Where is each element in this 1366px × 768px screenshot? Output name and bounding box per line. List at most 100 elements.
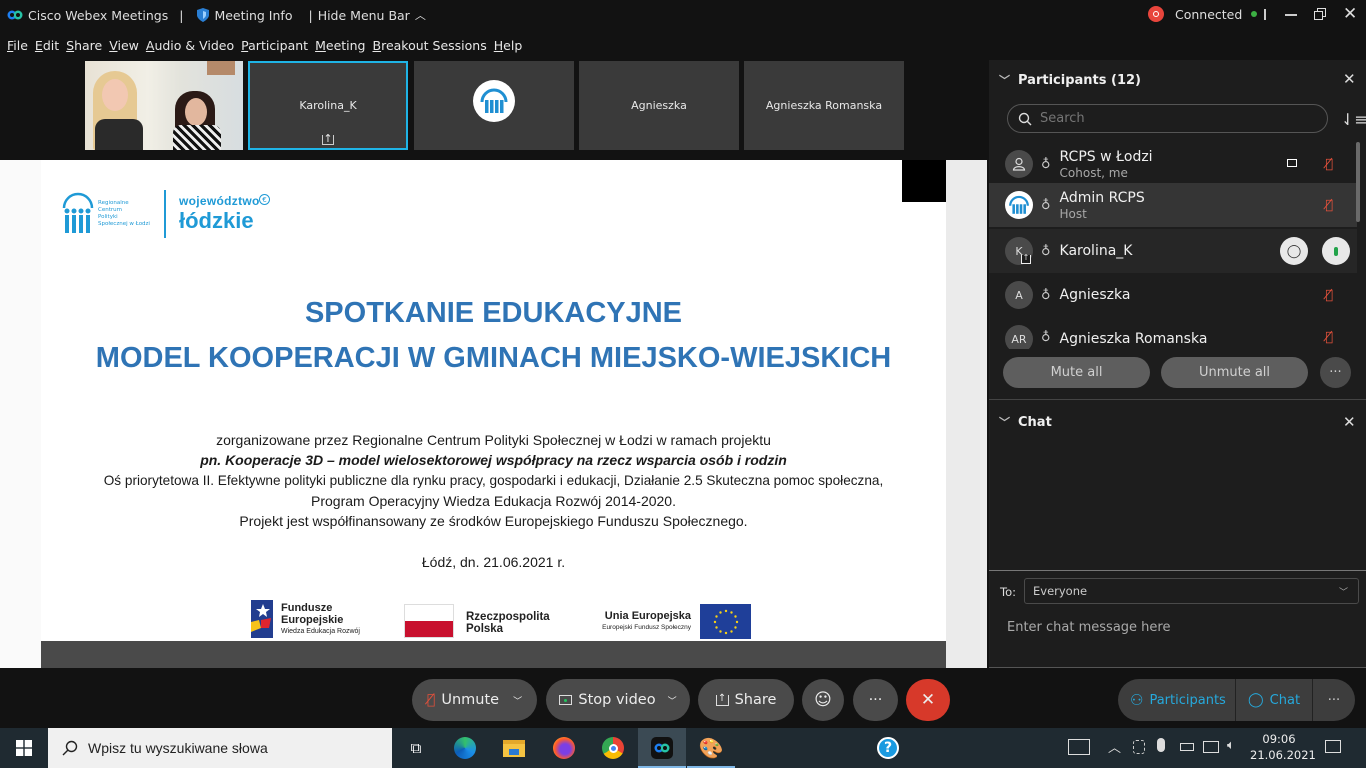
microphone-muted-icon[interactable]: 🎙̸	[1325, 330, 1333, 345]
video-tile-admin[interactable]	[414, 61, 574, 150]
logo-line: województwo	[179, 194, 260, 208]
participant-row[interactable]: K ↑ ♁ Karolina_K ◯	[989, 229, 1357, 273]
microphone-muted-icon[interactable]: 🎙̸	[1325, 288, 1333, 303]
close-window-button[interactable]: ✕	[1343, 4, 1357, 24]
stop-video-button[interactable]: Stop video ﹀	[546, 679, 690, 721]
mute-all-button[interactable]: Mute all	[1003, 357, 1150, 388]
chat-bubble-button[interactable]: ◯	[1280, 237, 1308, 265]
menu-help[interactable]: Help	[494, 38, 523, 53]
logo-line: łódzkie	[179, 208, 254, 233]
participants-panel-header[interactable]: ﹀ Participants (12)	[999, 72, 1141, 88]
chevron-down-icon[interactable]: ﹀	[668, 694, 677, 707]
network-icon[interactable]	[1203, 741, 1219, 753]
video-tile-agnieszka-romanska[interactable]: Agnieszka Romanska	[744, 61, 904, 150]
more-options-button[interactable]: ···	[1320, 357, 1351, 388]
taskbar-search[interactable]: Wpisz tu wyszukiwane słowa	[48, 728, 392, 768]
chevron-down-icon: ﹀	[1338, 587, 1348, 598]
menu-participant[interactable]: Participant	[241, 38, 308, 53]
polish-flag-icon	[404, 604, 454, 638]
close-chat-icon[interactable]: ✕	[1343, 413, 1356, 431]
firefox-icon[interactable]	[540, 728, 588, 768]
chevron-up-icon: ︿	[414, 9, 426, 22]
close-participants-icon[interactable]: ✕	[1343, 70, 1356, 88]
start-button[interactable]	[0, 728, 48, 768]
chevron-down-icon[interactable]: ﹀	[999, 72, 1010, 88]
divider	[989, 667, 1366, 668]
recipient-dropdown[interactable]: Everyone ﹀	[1024, 578, 1359, 604]
microphone-muted-icon[interactable]: 🎙̸	[1325, 198, 1333, 213]
file-explorer-icon[interactable]	[490, 728, 538, 768]
chevron-down-icon[interactable]: ﹀	[999, 414, 1010, 430]
restore-button[interactable]	[1314, 8, 1326, 20]
slide-text: Projekt jest współfinansowany ze środków…	[239, 513, 748, 529]
participants-search[interactable]	[1007, 104, 1328, 133]
meeting-info-button[interactable]: Meeting Info	[197, 8, 292, 23]
camera-tray-icon[interactable]	[1133, 740, 1145, 754]
task-view-icon[interactable]: ⧉	[392, 728, 440, 768]
video-tile-karolina[interactable]: Karolina_K ↑	[248, 61, 408, 150]
notifications-icon[interactable]	[1325, 740, 1341, 753]
microphone-muted-icon[interactable]: 🎙̸	[1325, 157, 1333, 172]
slide-text: Program Operacyjny Wiedza Edukacja Rozwó…	[311, 493, 676, 509]
participant-row[interactable]: A ♁ Agnieszka 🎙̸	[989, 273, 1357, 317]
video-tile-agnieszka[interactable]: Agnieszka	[579, 61, 739, 150]
volume-icon[interactable]: 🔈︎	[1227, 738, 1235, 753]
menu-audio-video[interactable]: Audio & Video	[146, 38, 234, 53]
connection-status[interactable]: Connected	[1148, 6, 1258, 22]
menu-meeting[interactable]: Meeting	[315, 38, 365, 53]
participants-icon: ⚇	[1130, 691, 1144, 709]
participant-row[interactable]: AR ♁ Agnieszka Romanska 🎙̸	[989, 317, 1357, 349]
leave-meeting-button[interactable]: ✕	[906, 679, 950, 721]
unmute-button[interactable]: 🎙̸ Unmute ﹀	[412, 679, 537, 721]
chat-message-input[interactable]: Enter chat message here	[1007, 620, 1347, 635]
more-button[interactable]: ···	[853, 679, 898, 721]
menu-edit[interactable]: Edit	[35, 38, 59, 53]
logo-divider	[164, 190, 166, 238]
paint-icon[interactable]: 🎨	[687, 728, 735, 768]
participant-row[interactable]: ♁ Admin RCPS Host 🎙̸	[989, 183, 1357, 227]
hide-menu-bar-button[interactable]: | Hide Menu Bar ︿	[308, 7, 425, 23]
menu-bar: File Edit Share View Audio & Video Parti…	[0, 32, 522, 58]
search-input[interactable]	[1040, 111, 1300, 126]
chat-panel-header[interactable]: ﹀ Chat	[999, 414, 1052, 430]
menu-breakout-sessions[interactable]: Breakout Sessions	[373, 38, 487, 53]
clock[interactable]: 09:06 21.06.2021	[1250, 731, 1316, 763]
menu-file[interactable]: File	[7, 38, 28, 53]
chevron-down-icon[interactable]: ﹀	[513, 694, 522, 707]
headset-icon: ♁	[1041, 287, 1051, 303]
windows-taskbar: Wpisz tu wyszukiwane słowa ⧉ 🎨 ? ︿ 🔈︎ 09…	[0, 728, 1366, 768]
microphone-tray-icon[interactable]	[1157, 738, 1165, 752]
share-button[interactable]: ↑ Share	[698, 679, 794, 721]
rcps-logo-icon	[62, 192, 94, 233]
edge-icon[interactable]	[441, 728, 489, 768]
help-icon[interactable]: ?	[877, 737, 899, 759]
reactions-button[interactable]: ☺	[802, 679, 844, 721]
sort-icon[interactable]: ⇃≡	[1341, 110, 1366, 129]
video-overlay	[902, 160, 946, 202]
video-tile-self[interactable]	[85, 61, 243, 150]
chrome-icon[interactable]	[589, 728, 637, 768]
news-icon[interactable]	[1068, 739, 1090, 755]
participants-toggle-button[interactable]: ⚇ Participants	[1118, 679, 1236, 721]
battery-icon[interactable]	[1180, 743, 1194, 751]
participants-label: Participants	[1149, 692, 1226, 708]
eu-flag-icon	[700, 604, 751, 639]
avatar: A	[1005, 281, 1033, 309]
participant-name: RCPS w Łodzi	[1059, 148, 1153, 165]
minimize-button[interactable]	[1285, 14, 1297, 16]
participant-row[interactable]: ♁ RCPS w Łodzi Cohost, me 🎙̸	[989, 142, 1357, 186]
chat-title: Chat	[1018, 414, 1052, 430]
divider	[989, 399, 1366, 400]
participants-scrollbar[interactable]	[1356, 142, 1360, 222]
more-panels-button[interactable]: ···	[1313, 693, 1355, 708]
chat-toggle-button[interactable]: ◯ Chat	[1236, 679, 1313, 721]
headset-icon: ♁	[1041, 330, 1051, 345]
slide-text: Oś priorytetowa II. Efektywne polityki p…	[103, 473, 884, 488]
unmute-all-button[interactable]: Unmute all	[1161, 357, 1308, 388]
microphone-active-icon[interactable]	[1322, 237, 1350, 265]
webex-taskbar-icon[interactable]	[638, 728, 686, 768]
menu-view[interactable]: View	[109, 38, 139, 53]
chevron-up-icon[interactable]: ︿	[1108, 737, 1121, 756]
app-title: Cisco Webex Meetings |	[7, 8, 183, 23]
menu-share[interactable]: Share	[66, 38, 102, 53]
